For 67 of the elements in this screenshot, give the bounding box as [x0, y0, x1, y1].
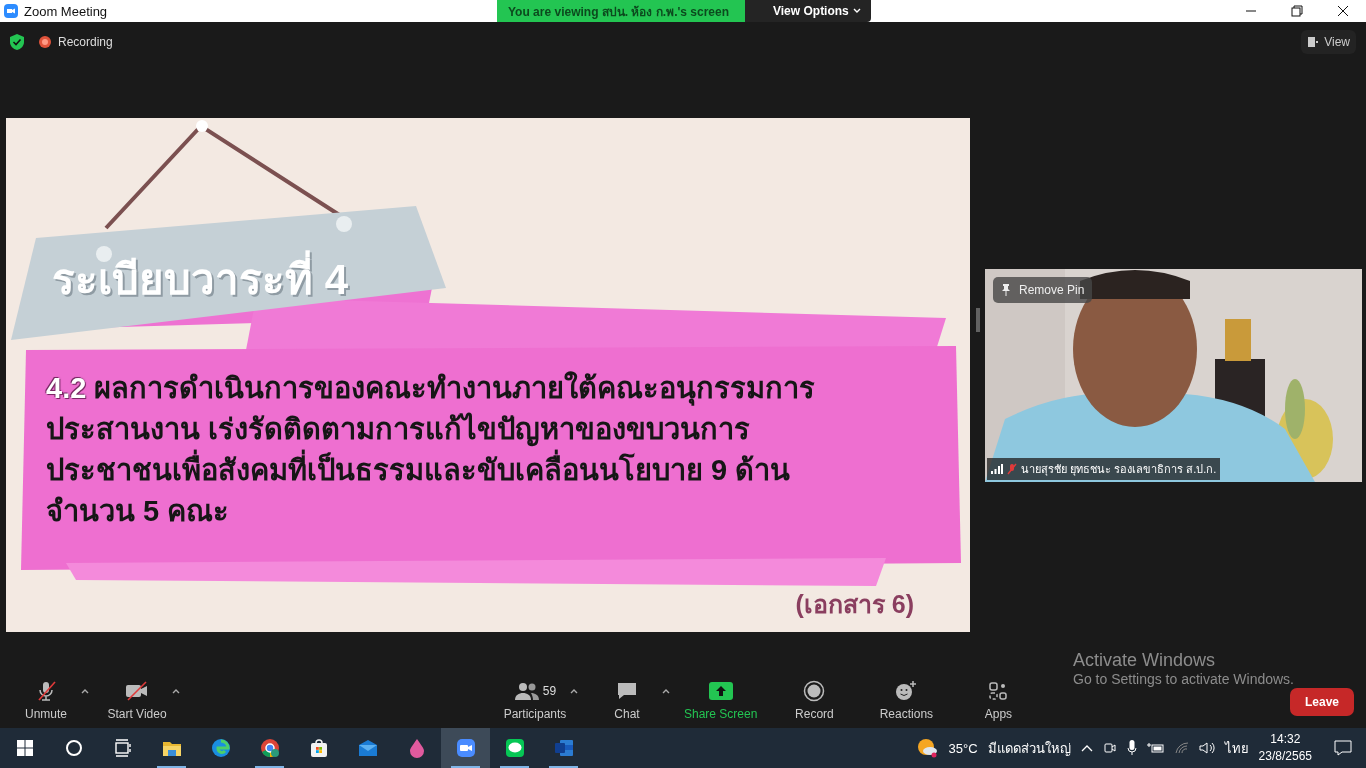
pin-icon	[1001, 284, 1011, 296]
document-reference: (เอกสาร 6)	[795, 589, 914, 620]
battery-plug-icon[interactable]	[1146, 742, 1165, 754]
caret-up-icon[interactable]	[662, 688, 670, 694]
view-options-button[interactable]: View Options	[745, 0, 871, 22]
windows-logo-icon	[16, 740, 33, 756]
app-logo-icon	[4, 4, 18, 18]
envelope-icon	[358, 740, 377, 756]
signal-bars-icon	[991, 464, 1003, 474]
activation-notice: Go to Settings to activate Windows.	[1073, 671, 1294, 687]
leave-button[interactable]: Leave	[1289, 688, 1354, 716]
shield-check-icon[interactable]	[10, 34, 24, 50]
apps-toolbar-button[interactable]: Apps	[963, 679, 1034, 721]
wifi-icon[interactable]	[1174, 742, 1189, 754]
participant-name: นายสุรชัย ยุทธชนะ รองเลขาธิการ ส.ป.ก.	[1021, 462, 1217, 478]
speaker-icon[interactable]	[1198, 741, 1215, 755]
restore-icon[interactable]	[1291, 5, 1303, 17]
caret-up-icon[interactable]	[172, 688, 180, 694]
browser-icon	[260, 739, 279, 757]
participants-toolbar-button[interactable]: 59 Participants	[500, 679, 570, 721]
chat-toolbar-button[interactable]: Chat	[592, 679, 662, 721]
microphone-icon[interactable]	[1126, 740, 1137, 756]
window-title: Zoom Meeting	[24, 3, 108, 19]
chat-bubble-icon	[616, 680, 638, 701]
temperature: 35°C	[948, 740, 978, 756]
record-toolbar-button[interactable]: Record	[779, 679, 850, 721]
activation-title: Activate Windows	[1073, 650, 1217, 671]
camera-icon[interactable]	[1102, 741, 1117, 755]
recording-dot-icon	[38, 35, 52, 49]
caret-up-icon[interactable]	[81, 688, 89, 694]
sun-cloud-icon[interactable]	[916, 738, 939, 758]
share-toolbar-button[interactable]: Share Screen	[684, 679, 758, 721]
layout-icon	[1307, 36, 1320, 48]
record-icon	[803, 679, 826, 702]
clock-time[interactable]: 14:32	[1270, 731, 1301, 748]
clock-date[interactable]: 23/8/2565	[1258, 748, 1312, 765]
audio-toolbar-button[interactable]: Unmute	[11, 679, 81, 721]
chevron-up-icon[interactable]	[1080, 744, 1093, 752]
slide-heading: ระเบียบวาระที่ 4	[52, 246, 349, 312]
weather-label: มีแดดส่วนใหญ่	[987, 739, 1071, 758]
share-screen-icon	[708, 681, 733, 700]
apps-icon	[988, 680, 1009, 701]
video-toolbar-button[interactable]: Start Video	[102, 679, 172, 721]
reactions-toolbar-button[interactable]: Reactions	[871, 679, 942, 721]
close-icon[interactable]	[1337, 5, 1349, 17]
splitter-handle[interactable]	[976, 308, 980, 332]
search-icon	[65, 740, 82, 756]
document-app-icon	[554, 740, 573, 756]
folder-icon	[162, 742, 181, 756]
input-language[interactable]: ไทย	[1224, 737, 1249, 759]
slide-text: 4.2 ผลการดำเนินการของคณะทำงานภายใต้คณะอนุกรรมการ ประสานงาน เร่งรัดติดตามการแก้ไขปัญหาของขบวนการ ประชาชนเพื่อสังคมที่เป็นธรรมและขับเคลื่อนนโยบาย 9 ด้าน จำนวน 5 คณะ	[46, 370, 816, 529]
smiley-plus-icon	[895, 679, 918, 702]
shopping-bag-icon	[310, 739, 327, 757]
people-icon	[513, 680, 540, 701]
recording-label: Recording	[58, 35, 113, 49]
taskbar-button[interactable]	[441, 728, 490, 768]
screen-share-banner: You are viewing สปน. ห้อง ก.พ.'s screen	[497, 0, 745, 22]
view-button[interactable]: View	[1301, 30, 1356, 54]
caret-up-icon[interactable]	[570, 688, 578, 694]
chevron-down-icon	[852, 8, 861, 14]
chat-app-icon	[505, 739, 524, 757]
notification-icon[interactable]	[1334, 740, 1352, 756]
remove-pin-button[interactable]: Remove Pin	[993, 277, 1093, 303]
task-view-icon	[114, 739, 131, 757]
droplet-icon	[409, 739, 424, 758]
video-camera-app-icon	[456, 739, 475, 757]
swirl-app-icon	[211, 739, 230, 757]
